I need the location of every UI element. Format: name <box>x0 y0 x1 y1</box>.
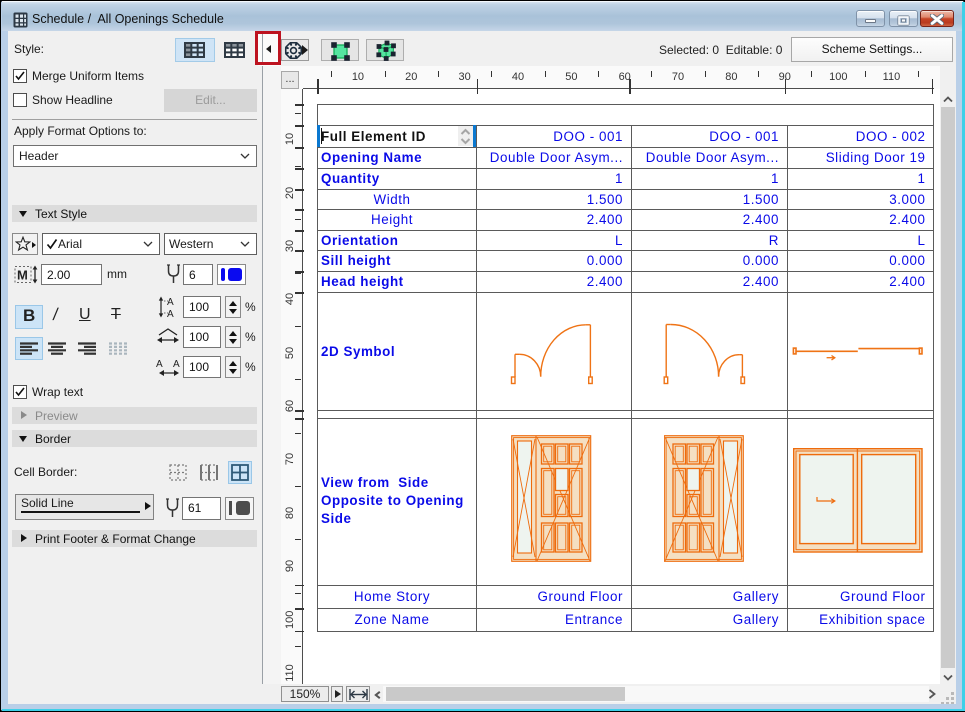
svg-text:A: A <box>156 359 163 370</box>
svg-text:A: A <box>173 359 180 370</box>
svg-text:A: A <box>167 297 174 308</box>
svg-text:A: A <box>167 309 174 318</box>
svg-text:M: M <box>17 268 28 283</box>
